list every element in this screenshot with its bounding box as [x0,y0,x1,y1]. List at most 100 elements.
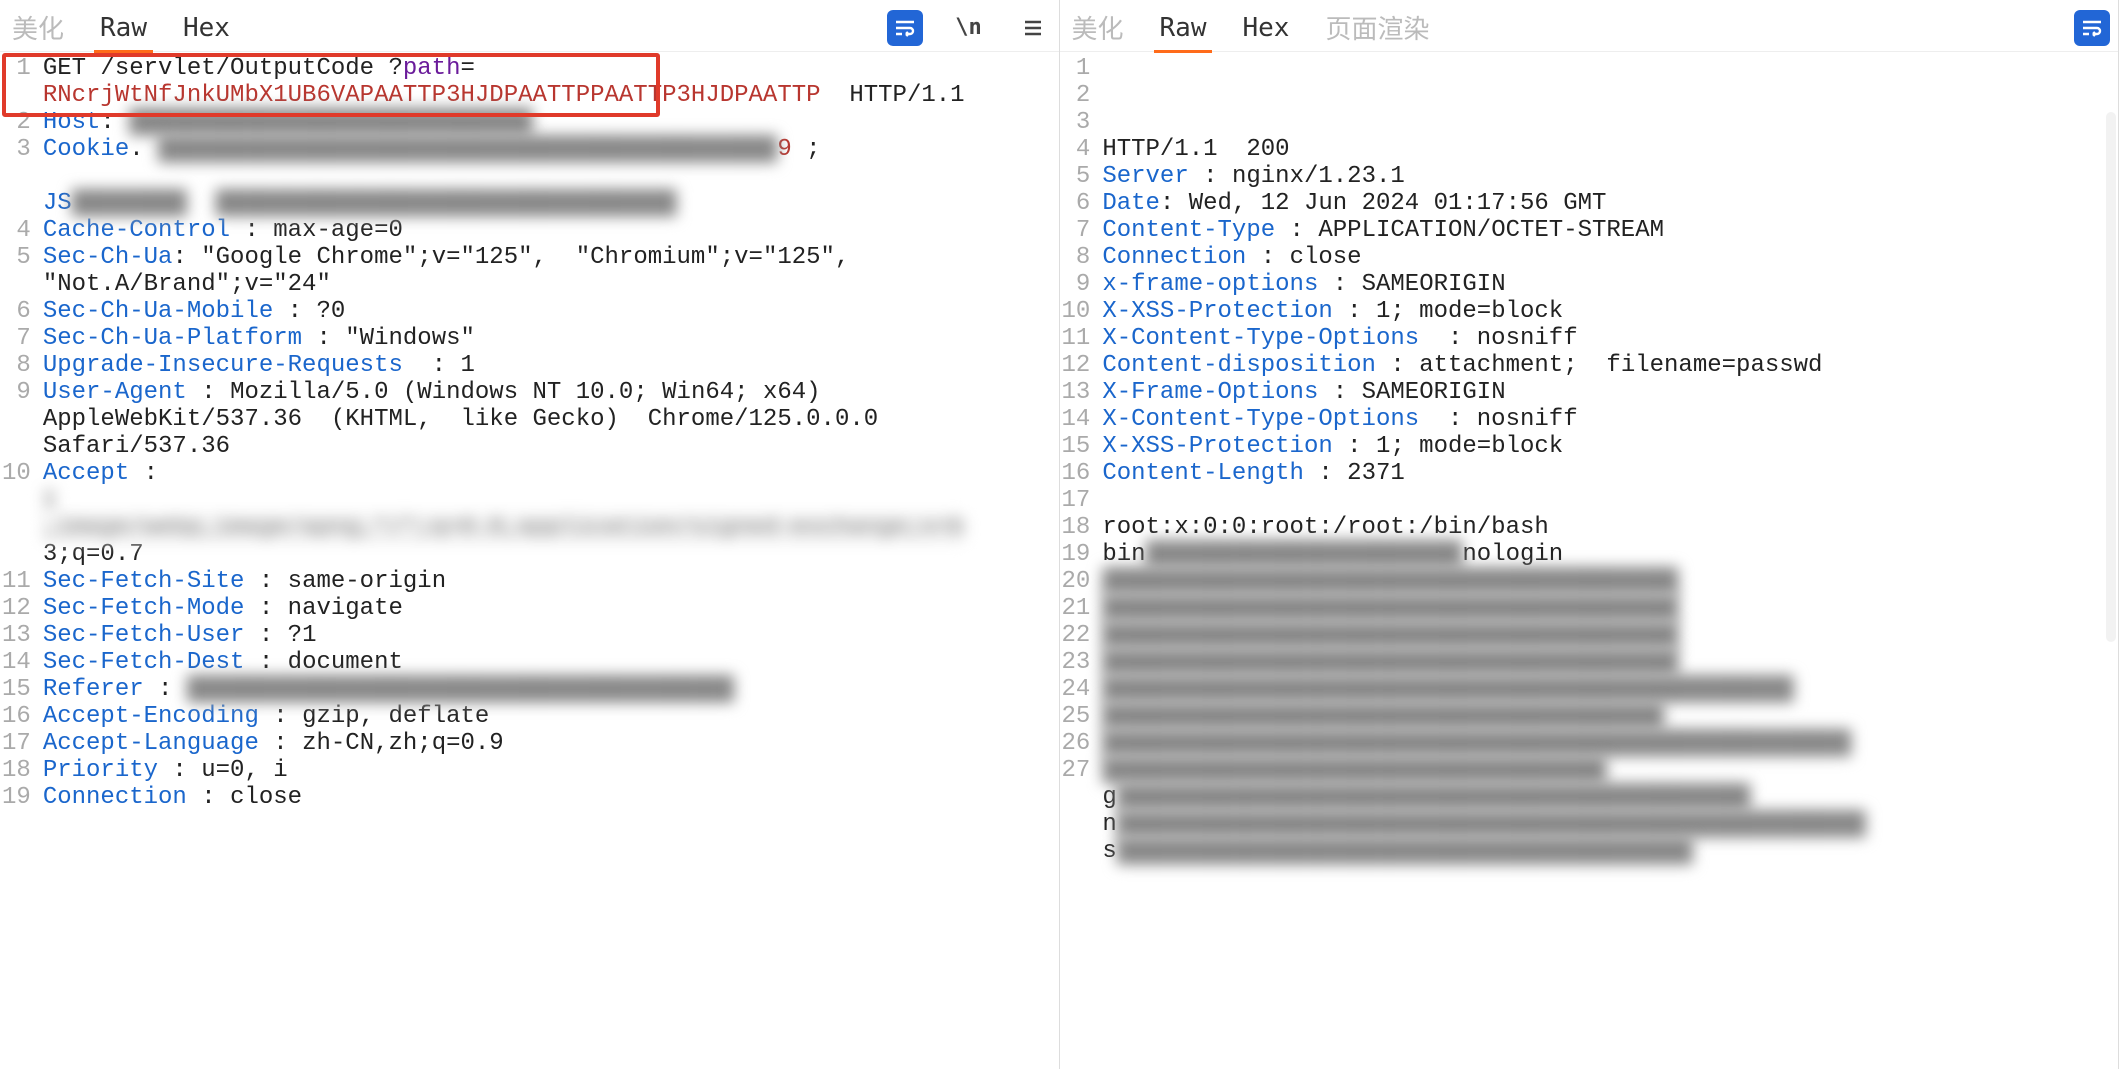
token: : [144,677,187,704]
token: SAMEORIGIN [1362,380,1506,407]
token: APPLICATION/OCTET-STREAM [1318,218,1664,245]
token: : [158,758,201,785]
code-line: X-Content-Type-Options : nosniff [1102,407,2112,434]
token: "Not.A/Brand";v="24" [43,272,331,299]
code-line: Content-Type : APPLICATION/OCTET-STREAM [1102,218,2112,245]
token: Content-disposition [1102,353,1376,380]
token: : [1419,326,1477,353]
token: Accept [43,461,129,488]
code-line-wrap: t [43,488,1053,515]
code-line: X-Frame-Options : SAMEORIGIN [1102,380,2112,407]
tab-raw[interactable]: Raw [1156,7,1211,49]
token: Connection [1102,245,1246,272]
token: ,image/webp,image/apng,*/*;q=0.8,applica… [43,515,965,542]
token: User-Agent [43,380,187,407]
code-line: Sec-Ch-Ua-Platform : "Windows" [43,326,1053,353]
tab-pretty[interactable]: 美化 [1068,3,1128,52]
code-line: Date: Wed, 12 Jun 2024 01:17:56 GMT [1102,191,2112,218]
code-line-wrap: Safari/537.36 [43,434,1053,461]
code-line: Accept : [43,461,1053,488]
token: . [129,137,158,164]
code-line: Sec-Fetch-User : ?1 [43,623,1053,650]
token: X-XSS-Protection [1102,299,1332,326]
token: ?1 [288,623,317,650]
code-line: g███████████████████████████████████████… [1102,785,2112,812]
code-line: Host: ████████████████████████████ [43,110,1053,137]
token: document [288,650,403,677]
token: nginx/1.23.1 [1232,164,1405,191]
response-panel: 美化 Raw Hex 页面渲染 123456789101112131415161… [1060,0,2119,1069]
code-line-wrap: "Not.A/Brand";v="24" [43,272,1053,299]
code-line: User-Agent : Mozilla/5.0 (Windows NT 10.… [43,380,1053,407]
code-line-wrap: AppleWebKit/537.36 (KHTML, like Gecko) C… [43,407,1053,434]
tab-pretty[interactable]: 美化 [8,3,68,52]
token: close [230,785,302,812]
token: : [187,380,230,407]
token: u=0, i [201,758,287,785]
token: : [129,461,158,488]
token: ███████████████████████████████████████ [1102,704,1664,731]
code-line: ████████████████████████████████████████ [1102,596,2112,623]
token: 1; mode=block [1376,434,1563,461]
token: : [259,731,302,758]
token [187,191,216,218]
token: Host [43,110,101,137]
token: Sec-Fetch-Mode [43,596,245,623]
code-line: X-Content-Type-Options : nosniff [1102,326,2112,353]
tab-hex[interactable]: Hex [1238,7,1293,49]
code-line: Server : nginx/1.23.1 [1102,164,2112,191]
token: Server [1102,164,1188,191]
code-line: Connection : close [1102,245,2112,272]
token: 1; mode=block [1376,299,1563,326]
token: n [1102,812,1116,839]
wrap-icon[interactable] [2074,10,2110,46]
wrap-icon[interactable] [887,10,923,46]
tab-render[interactable]: 页面渲染 [1321,3,1433,52]
code-line: bin██████████████████████nologin [1102,542,2112,569]
token: Wed, 12 Jun 2024 01:17:56 GMT [1189,191,1607,218]
token: Cache-Control [43,218,230,245]
tab-hex[interactable]: Hex [179,7,234,49]
token: : [1318,380,1361,407]
request-tabbar: 美化 Raw Hex \n [0,0,1059,52]
code-line: Sec-Fetch-Site : same-origin [43,569,1053,596]
response-editor[interactable]: 1234567891011121314151617181920212223242… [1060,52,2119,1069]
token: : [1333,299,1376,326]
code-line: Sec-Ch-Ua: "Google Chrome";v="125", "Chr… [43,245,1053,272]
token: Sec-Ch-Ua-Mobile [43,299,273,326]
code-line: Referer : ██████████████████████████████… [43,677,1053,704]
token: Priority [43,758,158,785]
token: s [1102,839,1116,866]
token: : [244,623,287,650]
menu-icon[interactable] [1015,10,1051,46]
code-line: ███████████████████████████████████ [1102,758,2112,785]
code-line: Sec-Ch-Ua-Mobile : ?0 [43,299,1053,326]
code-line: HTTP/1.1 200 [1102,137,2112,164]
token: Upgrade-Insecure-Requests [43,353,403,380]
token: Safari/537.36 [43,434,230,461]
token: Date [1102,191,1160,218]
response-tabbar: 美化 Raw Hex 页面渲染 [1060,0,2119,52]
token: Cookie [43,137,129,164]
code-line: Sec-Fetch-Mode : navigate [43,596,1053,623]
token: ████████████████████████████████████████ [1102,650,1678,677]
token: : [1318,272,1361,299]
token: ; [792,137,821,164]
newline-icon[interactable]: \n [951,10,987,46]
token: : [172,245,201,272]
request-editor[interactable]: 1 23 45 6789 10 111213141516171819 GET /… [0,52,1059,1069]
token: : [403,353,461,380]
code-line: Accept-Encoding : gzip, deflate [43,704,1053,731]
code-line: Upgrade-Insecure-Requests : 1 [43,353,1053,380]
token: ?0 [316,299,345,326]
token: X-Content-Type-Options [1102,407,1419,434]
response-gutter: 1234567891011121314151617181920212223242… [1060,52,1097,1069]
code-line: GET /servlet/OutputCode ?path= [43,56,1053,83]
token: ████████████████████████████████████████… [1117,785,1751,812]
code-line: Content-Length : 2371 [1102,461,2112,488]
token: Content-Length [1102,461,1304,488]
token: ████████████████████████████████████████… [1102,677,1793,704]
token: 1 [460,353,474,380]
tab-raw[interactable]: Raw [96,7,151,49]
scrollbar[interactable] [2106,112,2116,642]
